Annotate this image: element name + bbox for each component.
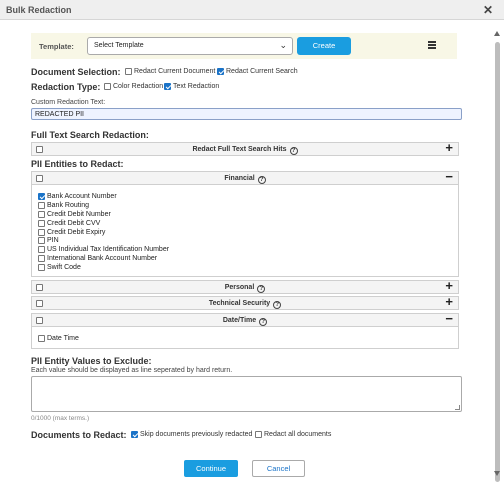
item-label: Credit Debit Number bbox=[47, 211, 111, 218]
list-item[interactable]: Credit Debit Number bbox=[38, 211, 111, 218]
title-bar: Bulk Redaction ✕ bbox=[0, 0, 504, 20]
list-item[interactable]: US Individual Tax Identification Number bbox=[38, 246, 169, 253]
personal-panel-header[interactable]: Personal? + bbox=[31, 278, 459, 294]
personal-panel-title: Personal bbox=[224, 283, 255, 291]
list-item[interactable]: Bank Routing bbox=[38, 202, 89, 209]
dialog-title: Bulk Redaction bbox=[6, 5, 72, 15]
full-text-search-panel-title: Redact Full Text Search Hits bbox=[192, 145, 287, 153]
pii-exclude-hint: Each value should be displayed as line s… bbox=[31, 367, 233, 374]
create-button[interactable]: Create bbox=[297, 37, 351, 55]
redact-all-documents-checkbox[interactable] bbox=[255, 431, 262, 438]
expand-icon[interactable]: + bbox=[445, 294, 453, 309]
list-item[interactable]: Swift Code bbox=[38, 264, 81, 271]
list-item[interactable]: Bank Account Number bbox=[38, 193, 117, 200]
skip-previously-redacted-checkbox[interactable] bbox=[131, 431, 138, 438]
scroll-up-icon[interactable] bbox=[494, 31, 500, 36]
credit-debit-cvv-checkbox[interactable] bbox=[38, 220, 45, 227]
color-redaction-label: Color Redaction bbox=[113, 83, 164, 90]
cancel-button[interactable]: Cancel bbox=[252, 460, 305, 477]
redact-all-documents-label: Redact all documents bbox=[264, 431, 332, 438]
iban-checkbox[interactable] bbox=[38, 255, 45, 262]
scrollbar[interactable] bbox=[492, 22, 504, 482]
bank-account-number-checkbox[interactable] bbox=[38, 193, 45, 200]
redact-current-document-option[interactable]: Redact Current Document bbox=[125, 68, 215, 75]
pii-entities-label: PII Entities to Redact: bbox=[31, 159, 124, 169]
chevron-down-icon: ⌄ bbox=[279, 40, 287, 50]
scroll-down-icon[interactable] bbox=[494, 471, 500, 476]
list-item[interactable]: PIN bbox=[38, 237, 59, 244]
skip-previously-redacted-label: Skip documents previously redacted bbox=[140, 431, 253, 438]
us-itin-checkbox[interactable] bbox=[38, 246, 45, 253]
collapse-icon[interactable]: − bbox=[445, 311, 453, 326]
item-label: Swift Code bbox=[47, 264, 81, 271]
swift-code-checkbox[interactable] bbox=[38, 264, 45, 271]
list-item[interactable]: Credit Debit CVV bbox=[38, 220, 100, 227]
bank-routing-checkbox[interactable] bbox=[38, 202, 45, 209]
continue-button[interactable]: Continue bbox=[184, 460, 238, 477]
color-redaction-checkbox[interactable] bbox=[104, 83, 111, 90]
list-item[interactable]: International Bank Account Number bbox=[38, 255, 157, 262]
item-label: Credit Debit CVV bbox=[47, 220, 101, 227]
custom-redaction-text-input[interactable]: REDACTED PII bbox=[31, 108, 462, 120]
redact-current-document-label: Redact Current Document bbox=[134, 68, 216, 75]
document-selection-label: Document Selection: bbox=[31, 67, 121, 77]
redact-all-documents-option[interactable]: Redact all documents bbox=[255, 431, 331, 438]
expand-icon[interactable]: + bbox=[445, 278, 453, 293]
item-label: PIN bbox=[47, 237, 59, 244]
list-item[interactable]: Credit Debit Expiry bbox=[38, 229, 105, 236]
item-label: Credit Debit Expiry bbox=[47, 229, 106, 236]
financial-panel-body: Bank Account Number Bank Routing Credit … bbox=[31, 185, 459, 277]
template-select[interactable]: Select Template ⌄ bbox=[87, 37, 293, 55]
documents-to-redact-label: Documents to Redact: bbox=[31, 430, 127, 440]
text-redaction-option[interactable]: Text Redaction bbox=[164, 83, 219, 90]
help-icon[interactable]: ? bbox=[257, 175, 266, 184]
redact-current-document-checkbox[interactable] bbox=[125, 68, 132, 75]
financial-panel-header[interactable]: Financial? − bbox=[31, 169, 459, 185]
redact-current-search-checkbox[interactable] bbox=[217, 68, 224, 75]
full-text-search-panel-header[interactable]: Redact Full Text Search Hits? + bbox=[31, 140, 459, 156]
color-redaction-option[interactable]: Color Redaction bbox=[104, 83, 163, 90]
redaction-type-label: Redaction Type: bbox=[31, 82, 101, 92]
menu-icon[interactable] bbox=[428, 41, 436, 49]
close-icon[interactable]: ✕ bbox=[483, 3, 493, 17]
date-time-panel-header[interactable]: Date/Time? − bbox=[31, 311, 459, 327]
date-time-item-checkbox[interactable] bbox=[38, 335, 45, 342]
pii-exclude-label: PII Entity Values to Exclude: bbox=[31, 356, 152, 366]
help-icon[interactable]: ? bbox=[259, 317, 268, 326]
template-select-value: Select Template bbox=[94, 42, 144, 49]
help-icon[interactable]: ? bbox=[289, 146, 298, 155]
text-redaction-checkbox[interactable] bbox=[164, 83, 171, 90]
template-label: Template: bbox=[39, 42, 74, 51]
list-item[interactable]: Date Time bbox=[38, 335, 79, 342]
redact-current-search-label: Redact Current Search bbox=[226, 68, 298, 75]
redact-current-search-option[interactable]: Redact Current Search bbox=[217, 68, 298, 75]
technical-security-panel-header[interactable]: Technical Security? + bbox=[31, 294, 459, 310]
exclude-counter: 0/1000 (max terms.) bbox=[31, 415, 90, 422]
help-icon[interactable]: ? bbox=[273, 300, 282, 309]
credit-debit-number-checkbox[interactable] bbox=[38, 211, 45, 218]
financial-panel-title: Financial bbox=[224, 174, 255, 182]
expand-icon[interactable]: + bbox=[445, 140, 453, 155]
template-bar: Template: Select Template ⌄ Create bbox=[31, 33, 457, 59]
item-label: International Bank Account Number bbox=[47, 255, 158, 262]
item-label: Bank Routing bbox=[47, 202, 90, 209]
pin-checkbox[interactable] bbox=[38, 237, 45, 244]
collapse-icon[interactable]: − bbox=[445, 169, 453, 184]
date-time-panel-title: Date/Time bbox=[222, 316, 257, 324]
resize-grip-icon[interactable] bbox=[455, 405, 460, 410]
help-icon[interactable]: ? bbox=[257, 284, 266, 293]
item-label: US Individual Tax Identification Number bbox=[47, 246, 170, 253]
item-label: Date Time bbox=[47, 335, 79, 342]
text-redaction-label: Text Redaction bbox=[173, 83, 220, 90]
custom-redaction-text-label: Custom Redaction Text: bbox=[31, 99, 106, 106]
technical-security-panel-title: Technical Security bbox=[208, 299, 271, 307]
scroll-thumb[interactable] bbox=[495, 42, 500, 482]
item-label: Bank Account Number bbox=[47, 193, 117, 200]
skip-previously-redacted-option[interactable]: Skip documents previously redacted bbox=[131, 431, 252, 438]
credit-debit-expiry-checkbox[interactable] bbox=[38, 229, 45, 236]
full-text-search-label: Full Text Search Redaction: bbox=[31, 130, 149, 140]
date-time-panel-body: Date Time bbox=[31, 327, 459, 349]
pii-exclude-textarea[interactable] bbox=[31, 376, 462, 412]
